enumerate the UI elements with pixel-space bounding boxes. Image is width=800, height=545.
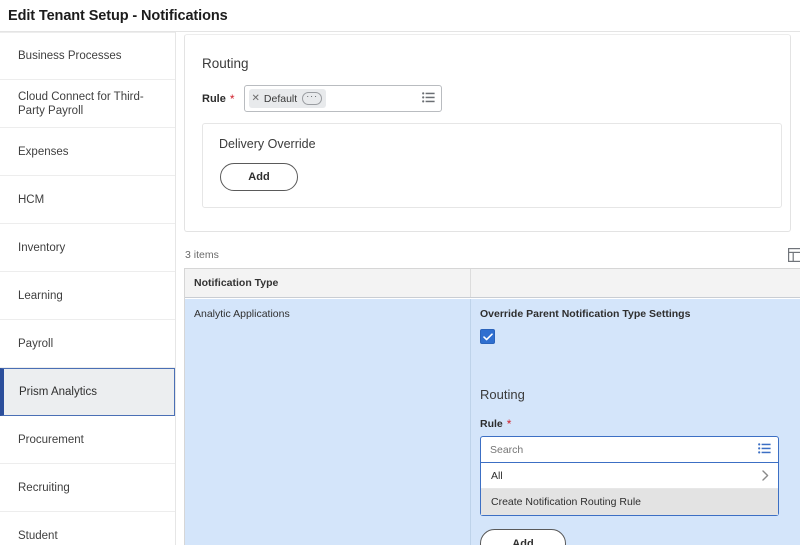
override-parent-settings-label: Override Parent Notification Type Settin…: [480, 308, 691, 320]
table-header-row: Notification Type: [185, 269, 800, 298]
table-header-cell-notification-type[interactable]: Notification Type: [185, 269, 471, 297]
sidebar-item-label: Prism Analytics: [19, 386, 97, 398]
sidebar-item-student[interactable]: Student: [0, 512, 175, 545]
list-icon[interactable]: [758, 441, 771, 459]
sidebar-item-expenses[interactable]: Expenses: [0, 128, 175, 176]
dropdown-option-label: Create Notification Routing Rule: [491, 496, 641, 508]
page-header: Edit Tenant Setup - Notifications: [0, 0, 800, 31]
rule-search-field[interactable]: [480, 436, 779, 463]
sidebar-item-label: Procurement: [18, 433, 84, 446]
sidebar-item-label: Recruiting: [18, 481, 70, 494]
sidebar-item-business-processes[interactable]: Business Processes: [0, 32, 175, 80]
sidebar-item-label: Learning: [18, 289, 63, 302]
dropdown-option-label: All: [491, 469, 503, 482]
sidebar-item-label: Business Processes: [18, 50, 122, 62]
sidebar-item-label: HCM: [18, 193, 45, 206]
inner-rule-label-row: Rule *: [480, 418, 520, 430]
inner-routing-section-title: Routing: [480, 387, 525, 402]
sidebar-item-label: Expenses: [18, 145, 69, 158]
list-icon[interactable]: [421, 90, 435, 108]
category-sidebar: Business Processes Cloud Connect for Thi…: [0, 32, 176, 545]
sidebar-item-label: Inventory: [18, 241, 66, 254]
ellipsis-icon[interactable]: ···: [302, 92, 323, 105]
routing-section-title: Routing: [202, 56, 249, 71]
rule-combobox: All Create Notification Routing Rule: [480, 436, 779, 516]
sidebar-item-hcm[interactable]: HCM: [0, 176, 175, 224]
sidebar-item-label: Payroll: [18, 337, 54, 350]
delivery-override-title: Delivery Override: [219, 137, 316, 151]
required-asterisk: *: [506, 417, 512, 431]
rule-label: Rule: [202, 92, 226, 105]
sidebar-item-prism-analytics[interactable]: Prism Analytics: [0, 368, 175, 416]
sidebar-item-inventory[interactable]: Inventory: [0, 224, 175, 272]
sidebar-item-label: Student: [18, 529, 58, 542]
sidebar-item-procurement[interactable]: Procurement: [0, 416, 175, 464]
rule-dropdown-menu: All Create Notification Routing Rule: [480, 463, 779, 516]
body-container: Business Processes Cloud Connect for Thi…: [0, 32, 800, 545]
table-row[interactable]: Analytic Applications Override Parent No…: [185, 298, 800, 545]
required-asterisk: *: [229, 91, 235, 106]
grid-view-icon[interactable]: [788, 248, 800, 263]
chevron-right-icon: [762, 470, 769, 481]
delivery-override-panel: Delivery Override Add: [202, 123, 782, 208]
routing-panel: Routing Rule * ✕ Default ··· Delivery Ov…: [184, 34, 791, 232]
override-parent-settings-checkbox[interactable]: [480, 329, 495, 344]
inner-add-button[interactable]: Add: [480, 529, 566, 545]
table-header-cell-settings[interactable]: [471, 269, 800, 297]
notification-types-grid-section: 3 items Notification Type Analytic Appli…: [184, 242, 800, 545]
notification-types-table: Notification Type Analytic Applications …: [184, 268, 800, 545]
sidebar-item-cloud-connect-for-third-party-payroll[interactable]: Cloud Connect for Third-Party Payroll: [0, 80, 175, 128]
column-header-label: Notification Type: [194, 277, 279, 289]
cell-notification-settings: Override Parent Notification Type Settin…: [471, 299, 800, 545]
search-input[interactable]: [490, 443, 740, 456]
rule-field-row: Rule * ✕ Default ···: [185, 71, 790, 112]
sidebar-item-payroll[interactable]: Payroll: [0, 320, 175, 368]
sidebar-item-recruiting[interactable]: Recruiting: [0, 464, 175, 512]
dropdown-option-create-notification-routing-rule[interactable]: Create Notification Routing Rule: [481, 489, 778, 515]
rule-chip-default[interactable]: ✕ Default ···: [248, 89, 327, 108]
grid-item-count: 3 items: [185, 249, 219, 261]
notification-type-value: Analytic Applications: [194, 308, 290, 320]
sidebar-item-label: Cloud Connect for Third-Party Payroll: [18, 90, 144, 117]
dropdown-option-all[interactable]: All: [481, 463, 778, 489]
cell-notification-type: Analytic Applications: [185, 299, 471, 545]
main-content: Routing Rule * ✕ Default ··· Delivery Ov…: [176, 32, 800, 545]
close-icon[interactable]: ✕: [252, 93, 260, 104]
sidebar-item-learning[interactable]: Learning: [0, 272, 175, 320]
rule-input[interactable]: ✕ Default ···: [243, 85, 442, 112]
rule-chip-label: Default: [263, 92, 298, 105]
delivery-override-add-button[interactable]: Add: [220, 163, 298, 191]
grid-toolbar: 3 items: [184, 242, 800, 268]
inner-rule-label: Rule: [480, 418, 503, 430]
page-title: Edit Tenant Setup - Notifications: [8, 7, 228, 24]
